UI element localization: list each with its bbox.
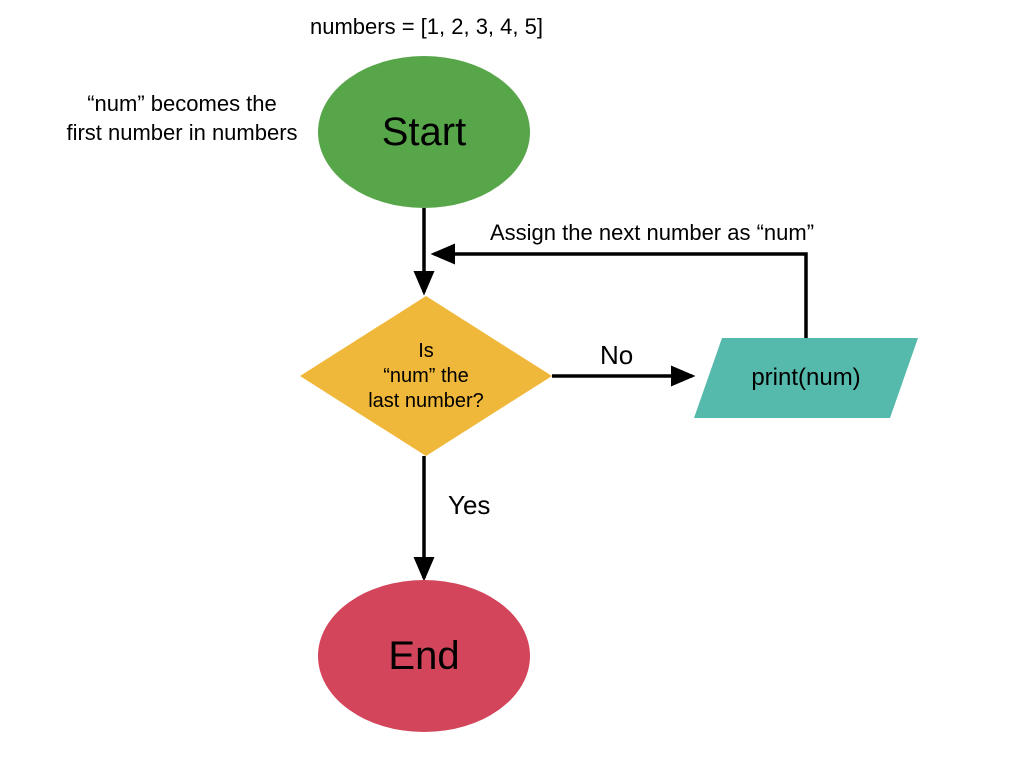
edge-label-yes: Yes xyxy=(448,490,490,521)
decision-line3: last number? xyxy=(368,389,484,414)
start-node: Start xyxy=(318,56,530,208)
process-text: print(num) xyxy=(694,338,918,418)
decision-line1: Is xyxy=(418,339,434,364)
annotation-num-first: “num” becomes the first number in number… xyxy=(64,90,300,147)
process-label: print(num) xyxy=(751,364,860,392)
decision-node: Is “num” the last number? xyxy=(300,296,552,456)
start-label: Start xyxy=(382,110,466,155)
annotation-loop: Assign the next number as “num” xyxy=(490,220,814,246)
decision-text: Is “num” the last number? xyxy=(300,296,552,456)
annotation-numbers-list: numbers = [1, 2, 3, 4, 5] xyxy=(310,14,543,40)
annotation-num-first-line2: first number in numbers xyxy=(64,119,300,148)
end-label: End xyxy=(388,634,459,679)
decision-line2: “num” the xyxy=(383,364,469,389)
process-node: print(num) xyxy=(694,338,918,418)
annotation-num-first-line1: “num” becomes the xyxy=(64,90,300,119)
flowchart-canvas: numbers = [1, 2, 3, 4, 5] “num” becomes … xyxy=(0,0,1024,772)
end-node: End xyxy=(318,580,530,732)
edge-label-no: No xyxy=(600,340,633,371)
